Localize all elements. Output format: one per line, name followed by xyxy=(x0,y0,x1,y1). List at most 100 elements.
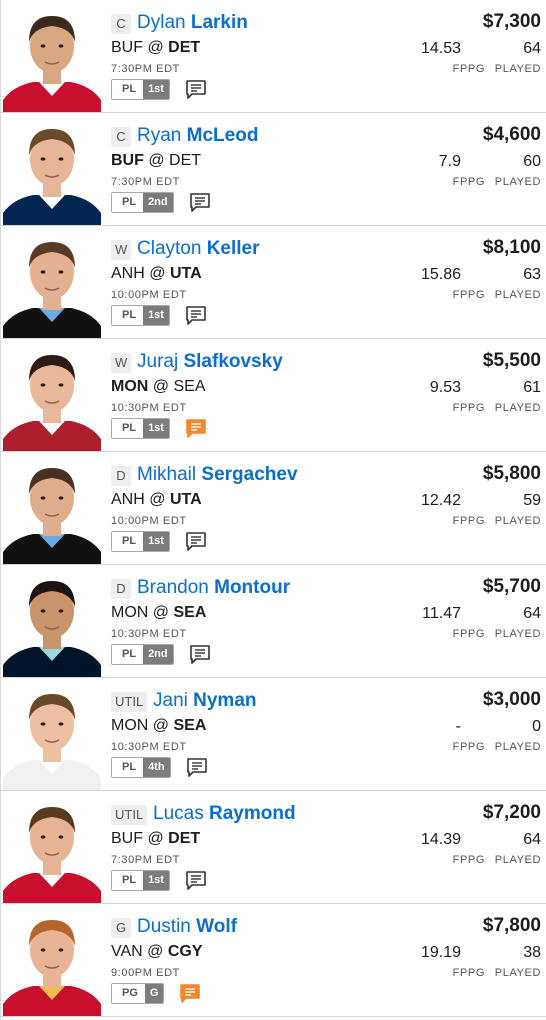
notes-icon[interactable] xyxy=(185,531,207,552)
last-name: Slafkovsky xyxy=(183,351,283,372)
last-name: Larkin xyxy=(190,12,248,33)
line-number: 2nd xyxy=(143,645,173,664)
played-value: 64 xyxy=(523,40,541,57)
player-name-link[interactable]: Juraj Slafkovsky xyxy=(137,350,283,374)
salary: $5,700 xyxy=(482,576,541,597)
first-name: Ryan xyxy=(137,125,182,146)
position-badge: UTIL xyxy=(111,692,148,712)
game-time: 7:30PM EDT xyxy=(111,176,180,188)
player-card[interactable]: UTIL Jani Nyman MON @ SEA 10:30PM EDT PL 4th $… xyxy=(1,678,546,791)
played-label: PLAYED xyxy=(494,289,541,301)
played-label: PLAYED xyxy=(494,741,541,753)
fppg-value: 12.42 xyxy=(420,492,461,509)
fppg-value: - xyxy=(455,718,461,735)
player-name-link[interactable]: Dylan Larkin xyxy=(137,11,248,35)
home-team: CGY xyxy=(167,943,203,960)
away-team: ANH xyxy=(111,265,145,282)
notes-icon[interactable] xyxy=(189,192,211,213)
home-team: DET xyxy=(169,152,202,169)
line-number: 4th xyxy=(143,758,170,777)
played-value: 38 xyxy=(523,944,541,961)
at-symbol: @ xyxy=(147,39,164,56)
notes-icon[interactable] xyxy=(185,305,207,326)
player-headshot xyxy=(3,680,101,790)
fppg-value: 7.9 xyxy=(438,153,461,170)
notes-icon[interactable] xyxy=(179,983,201,1004)
player-name-link[interactable]: Lucas Raymond xyxy=(153,802,296,826)
notes-icon[interactable] xyxy=(185,418,207,439)
played-value: 60 xyxy=(523,153,541,170)
home-team: UTA xyxy=(169,491,202,508)
notes-icon[interactable] xyxy=(189,644,211,665)
played-label: PLAYED xyxy=(494,854,541,866)
last-name: Raymond xyxy=(208,803,296,824)
line-type: PL xyxy=(112,871,144,890)
salary: $7,200 xyxy=(482,802,541,823)
player-headshot xyxy=(3,567,101,677)
notes-icon[interactable] xyxy=(185,870,207,891)
first-name: Lucas xyxy=(153,803,204,824)
away-team: MON xyxy=(111,604,149,621)
salary: $7,800 xyxy=(482,915,541,936)
line-type: PL xyxy=(112,306,144,325)
fppg-value: 15.86 xyxy=(420,266,461,283)
first-name: Juraj xyxy=(137,351,179,372)
line-badge: PL 1st xyxy=(111,870,170,891)
player-headshot xyxy=(3,341,101,451)
fppg-label: FPPG xyxy=(452,63,485,75)
first-name: Clayton xyxy=(137,238,202,259)
game-time: 7:30PM EDT xyxy=(111,854,180,866)
player-name-link[interactable]: Clayton Keller xyxy=(137,237,260,261)
notes-icon[interactable] xyxy=(186,757,208,778)
player-name-link[interactable]: Jani Nyman xyxy=(153,689,257,713)
game-time: 10:00PM EDT xyxy=(111,515,187,527)
player-card[interactable]: D Mikhail Sergachev ANH @ UTA 10:00PM EDT PL… xyxy=(1,452,546,565)
player-card[interactable]: C Ryan McLeod BUF @ DET 7:30PM EDT PL 2nd $4,6… xyxy=(1,113,546,226)
player-list: C Dylan Larkin BUF @ DET 7:30PM EDT PL 1st $7,… xyxy=(0,0,546,1020)
player-name-link[interactable]: Brandon Montour xyxy=(137,576,290,600)
player-card[interactable]: UTIL Lucas Raymond BUF @ DET 7:30PM EDT PL 1s… xyxy=(1,791,546,904)
fppg-value: 11.47 xyxy=(422,605,461,622)
fppg-label: FPPG xyxy=(452,854,485,866)
game-time: 10:00PM EDT xyxy=(111,289,187,301)
fppg-label: FPPG xyxy=(452,628,485,640)
played-label: PLAYED xyxy=(494,176,541,188)
position-badge: G xyxy=(111,918,131,938)
line-type: PL xyxy=(112,80,144,99)
home-team: SEA xyxy=(173,604,207,621)
player-card[interactable]: W Clayton Keller ANH @ UTA 10:00PM EDT PL 1st… xyxy=(1,226,546,339)
player-name-link[interactable]: Ryan McLeod xyxy=(137,124,258,148)
player-card[interactable]: D Brandon Montour MON @ SEA 10:30PM EDT PL 2n… xyxy=(1,565,546,678)
away-team: MON xyxy=(111,378,149,395)
at-symbol: @ xyxy=(148,152,165,169)
position-badge: UTIL xyxy=(111,805,148,825)
player-name-link[interactable]: Mikhail Sergachev xyxy=(137,463,298,487)
played-label: PLAYED xyxy=(494,628,541,640)
player-card[interactable]: W Juraj Slafkovsky MON @ SEA 10:30PM EDT PL 1… xyxy=(1,339,546,452)
at-symbol: @ xyxy=(149,491,166,508)
player-card[interactable]: G Dustin Wolf VAN @ CGY 9:00PM EDT PG G $7,800… xyxy=(1,904,546,1017)
line-type: PL xyxy=(112,758,144,777)
away-team: ANH xyxy=(111,491,145,508)
position-badge: W xyxy=(111,240,132,260)
matchup: ANH @ UTA xyxy=(111,490,202,510)
player-card[interactable]: C Dylan Larkin BUF @ DET 7:30PM EDT PL 1st $7,… xyxy=(1,0,546,113)
game-time: 9:00PM EDT xyxy=(111,967,180,979)
game-time: 7:30PM EDT xyxy=(111,63,180,75)
line-type: PL xyxy=(112,645,144,664)
player-headshot xyxy=(3,906,101,1016)
notes-icon[interactable] xyxy=(185,79,207,100)
last-name: Montour xyxy=(214,577,291,598)
played-label: PLAYED xyxy=(494,515,541,527)
line-number: 2nd xyxy=(143,193,173,212)
fppg-label: FPPG xyxy=(452,402,485,414)
salary: $7,300 xyxy=(482,11,541,32)
home-team: DET xyxy=(168,830,201,847)
salary: $3,000 xyxy=(482,689,541,710)
position-badge: C xyxy=(111,14,131,34)
player-name-link[interactable]: Dustin Wolf xyxy=(137,915,237,939)
away-team: MON xyxy=(111,717,149,734)
last-name: Wolf xyxy=(196,916,237,937)
home-team: SEA xyxy=(173,378,206,395)
game-time: 10:30PM EDT xyxy=(111,741,187,753)
